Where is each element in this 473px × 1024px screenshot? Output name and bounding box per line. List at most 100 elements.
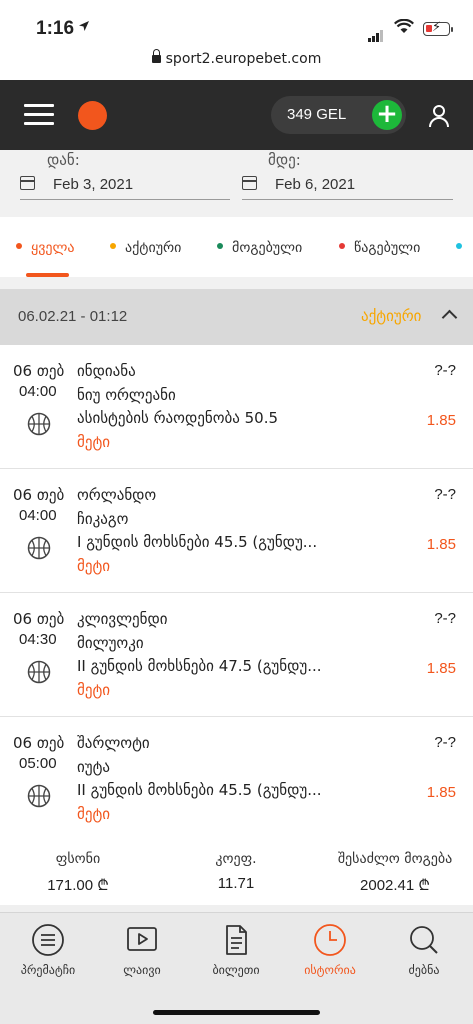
- bet-odd: 1.85: [426, 660, 456, 677]
- bet-time: 04:00: [19, 383, 57, 400]
- bet-more-link[interactable]: მეტი: [77, 681, 110, 699]
- location-arrow-icon: [78, 20, 90, 36]
- calendar-icon: [20, 176, 35, 190]
- bet-row: 06 თებ 04:00 ინდიანა ნიუ ორლეანი ასისტებ…: [0, 345, 473, 469]
- calendar-icon: [242, 176, 257, 190]
- basketball-icon: [27, 660, 51, 684]
- bet-time: 04:30: [19, 631, 57, 648]
- bet-team-home: კლივლენდი: [77, 610, 168, 628]
- bet-more-link[interactable]: მეტი: [77, 433, 110, 451]
- bet-team-home: შარლოტი: [77, 734, 150, 752]
- bet-team-home: ორლანდო: [77, 486, 157, 504]
- coef-label: კოეფ.: [215, 851, 257, 867]
- bet-score: ?-?: [434, 734, 456, 751]
- bet-odd: 1.85: [426, 536, 456, 553]
- home-indicator[interactable]: [153, 1010, 320, 1015]
- to-date-field[interactable]: Feb 6, 2021: [242, 172, 453, 200]
- basketball-icon: [27, 784, 51, 808]
- list-icon: [32, 924, 64, 956]
- ticket-summary: ფსონი 171.00 ₾ კოეფ. 11.71 შესაძლო მოგებ…: [0, 839, 473, 905]
- bet-team-away: ნიუ ორლეანი: [77, 386, 176, 404]
- coef-value: 11.71: [217, 875, 255, 892]
- to-label: მდე:: [268, 151, 301, 169]
- tab-dot: [456, 243, 462, 249]
- bet-date: 06 თებ: [13, 486, 65, 504]
- bet-more-link[interactable]: მეტი: [77, 557, 110, 575]
- status-tabs: ყველა აქტიური მოგებული წაგებული: [0, 217, 473, 277]
- nav-live[interactable]: ლაივი: [97, 923, 187, 977]
- user-icon[interactable]: [428, 104, 450, 128]
- to-date-value: Feb 6, 2021: [275, 176, 356, 193]
- bet-odd: 1.85: [426, 784, 456, 801]
- bet-team-away: მილუოკი: [77, 634, 144, 652]
- bet-team-home: ინდიანა: [77, 362, 136, 380]
- bet-market: II გუნდის მოხსნები 45.5 (გუნდუ...: [77, 781, 322, 799]
- wifi-icon: [394, 18, 414, 38]
- app-header: 349 GEL +: [0, 80, 473, 150]
- bet-row: 06 თებ 04:00 ორლანდო ჩიკაგო I გუნდის მოხ…: [0, 469, 473, 593]
- menu-icon[interactable]: [24, 104, 54, 126]
- bet-date: 06 თებ: [13, 734, 65, 752]
- win-summary: შესაძლო მოგება 2002.41 ₾: [320, 851, 470, 895]
- url-text: sport2.europebet.com: [165, 51, 322, 67]
- bet-date: 06 თებ: [13, 362, 65, 380]
- basketball-icon: [27, 412, 51, 436]
- bet-market: II გუნდის მოხსნები 47.5 (გუნდუ...: [77, 657, 322, 675]
- nav-label: ძებნა: [408, 963, 440, 977]
- from-label: დან:: [47, 151, 80, 169]
- tab-lost[interactable]: წაგებული: [339, 240, 420, 256]
- bet-date: 06 თებ: [13, 610, 65, 628]
- tab-dot: [339, 243, 345, 249]
- bet-row: 06 თებ 04:30 კლივლენდი მილუოკი II გუნდის…: [0, 593, 473, 717]
- nav-label: ლაივი: [123, 963, 161, 977]
- deposit-plus-button[interactable]: +: [372, 100, 402, 130]
- battery-icon: ⚡: [423, 20, 453, 36]
- tab-dot: [110, 243, 116, 249]
- nav-ticket[interactable]: ბილეთი: [191, 923, 281, 977]
- bet-odd: 1.85: [426, 412, 456, 429]
- tab-more[interactable]: [456, 240, 471, 256]
- bet-market: I გუნდის მოხსნები 45.5 (გუნდუ...: [77, 533, 318, 551]
- tab-dot: [217, 243, 223, 249]
- balance-pill[interactable]: 349 GEL +: [271, 96, 406, 134]
- cellular-signal-icon: [368, 23, 384, 42]
- stake-label: ფსონი: [55, 851, 101, 867]
- play-icon: [127, 927, 157, 951]
- bet-score: ?-?: [434, 610, 456, 627]
- from-date-value: Feb 3, 2021: [53, 176, 134, 193]
- tab-all[interactable]: ყველა: [16, 240, 75, 256]
- nav-search[interactable]: ძებნა: [379, 923, 469, 977]
- nav-history[interactable]: ისტორია: [285, 923, 375, 977]
- brand-logo[interactable]: [78, 101, 107, 130]
- tab-won[interactable]: მოგებული: [217, 240, 302, 256]
- bottom-nav: პრემატჩი ლაივი ბილეთი ისტორია ძებნა: [0, 912, 473, 992]
- nav-label: ისტორია: [304, 963, 356, 977]
- status-time: 1:16: [36, 18, 75, 39]
- coef-summary: კოეფ. 11.71: [186, 851, 286, 892]
- bet-score: ?-?: [434, 362, 456, 379]
- ticket-header[interactable]: 06.02.21 - 01:12 აქტიური: [0, 289, 473, 345]
- address-bar[interactable]: sport2.europebet.com: [0, 48, 473, 80]
- nav-label: პრემატჩი: [20, 963, 76, 977]
- ticket-datetime: 06.02.21 - 01:12: [18, 308, 128, 325]
- date-filter: დან: მდე: Feb 3, 2021 Feb 6, 2021: [0, 150, 473, 217]
- bet-time: 04:00: [19, 507, 57, 524]
- bet-score: ?-?: [434, 486, 456, 503]
- search-icon: [410, 926, 438, 954]
- ticket-icon: [226, 925, 247, 955]
- bet-more-link[interactable]: მეტი: [77, 805, 110, 823]
- bet-team-away: ჩიკაგო: [77, 510, 129, 528]
- from-date-field[interactable]: Feb 3, 2021: [20, 172, 230, 200]
- stake-value: 171.00 ₾: [47, 877, 109, 894]
- possible-win-label: შესაძლო მოგება: [337, 851, 453, 867]
- nav-prematch[interactable]: პრემატჩი: [3, 923, 93, 977]
- ticket-status: აქტიური: [361, 307, 422, 325]
- chevron-up-icon[interactable]: [441, 309, 458, 326]
- bet-team-away: იუტა: [77, 758, 111, 776]
- possible-win-value: 2002.41 ₾: [360, 877, 430, 894]
- nav-label: ბილეთი: [212, 963, 260, 977]
- spacer: [0, 277, 473, 289]
- bet-time: 05:00: [19, 755, 57, 772]
- stake-summary: ფსონი 171.00 ₾: [28, 851, 128, 895]
- tab-active[interactable]: აქტიური: [110, 240, 181, 256]
